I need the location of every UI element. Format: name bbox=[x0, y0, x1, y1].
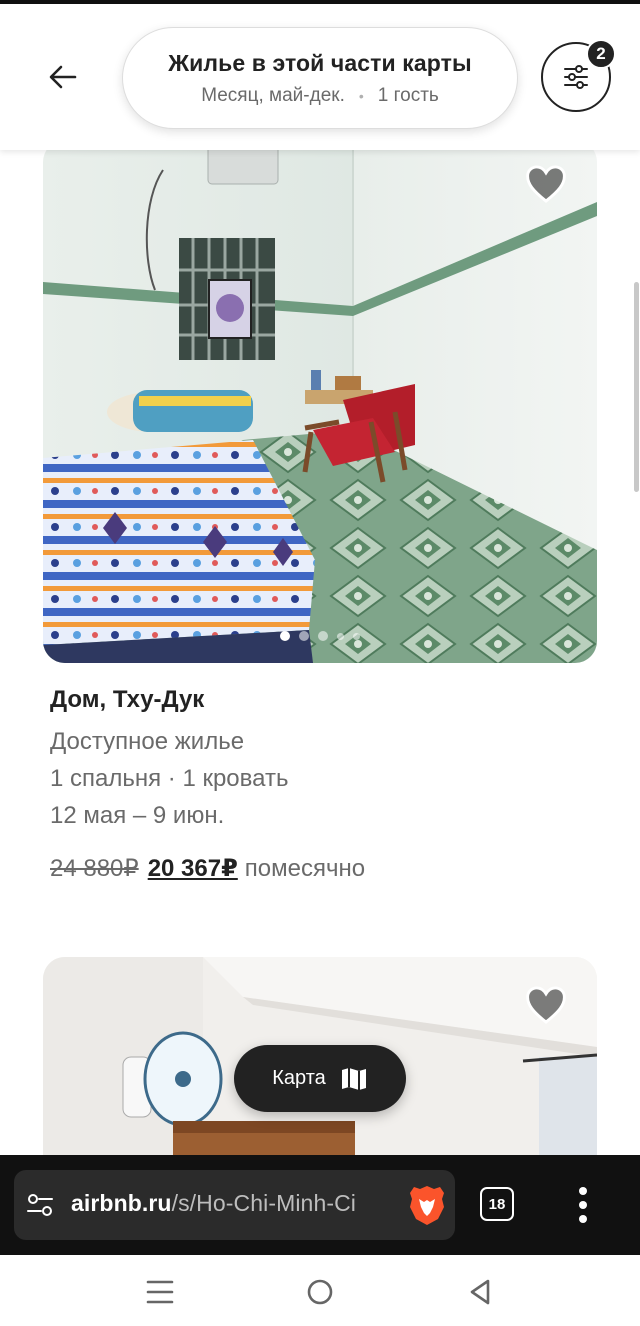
carousel-dot[interactable] bbox=[318, 631, 328, 641]
map-button[interactable]: Карта bbox=[234, 1045, 406, 1112]
search-details: Месяц, май-дек. • 1 гость bbox=[201, 85, 439, 107]
photo-carousel-dots bbox=[280, 631, 360, 641]
url-text: airbnb.ru/s/Ho-Chi-Minh-Ci bbox=[71, 1190, 356, 1217]
listing-photo[interactable] bbox=[43, 140, 597, 663]
listing-rooms: 1 спальня · 1 кровать bbox=[50, 765, 289, 792]
carousel-dot[interactable] bbox=[299, 631, 309, 641]
address-bar[interactable]: airbnb.ru/s/Ho-Chi-Minh-Ci bbox=[14, 1170, 455, 1240]
home-circle-icon[interactable] bbox=[303, 1275, 337, 1309]
sliders-icon bbox=[564, 65, 588, 89]
room-photo bbox=[43, 140, 597, 663]
more-vertical-icon[interactable] bbox=[566, 1183, 600, 1227]
system-navigation-bar bbox=[0, 1255, 640, 1326]
price-row: 24 880₽ 20 367₽ помесячно bbox=[50, 854, 365, 883]
page-scrollbar[interactable] bbox=[634, 282, 639, 492]
url-domain: airbnb.ru bbox=[71, 1190, 172, 1216]
carousel-dot[interactable] bbox=[337, 632, 344, 640]
url-path: /s/Ho-Chi-Minh-Ci bbox=[171, 1190, 357, 1216]
listing-title[interactable]: Дом, Тху-Дук bbox=[50, 686, 204, 714]
heart-icon[interactable] bbox=[525, 164, 567, 204]
tabs-count-button[interactable]: 18 bbox=[480, 1187, 514, 1221]
arrow-left-icon bbox=[49, 65, 77, 89]
search-title: Жилье в этой части карты bbox=[168, 49, 472, 76]
current-price[interactable]: 20 367₽ bbox=[148, 854, 238, 883]
map-button-label: Карта bbox=[272, 1067, 326, 1089]
filter-count-badge: 2 bbox=[586, 39, 616, 69]
listing-dates: 12 мая – 9 июн. bbox=[50, 802, 225, 829]
search-header: Жилье в этой части карты Месяц, май-дек.… bbox=[0, 4, 640, 150]
old-price: 24 880₽ bbox=[50, 855, 139, 882]
separator-dot: • bbox=[358, 87, 364, 104]
tune-icon[interactable] bbox=[25, 1190, 55, 1220]
browser-toolbar: airbnb.ru/s/Ho-Chi-Minh-Ci 18 bbox=[0, 1155, 640, 1255]
back-button[interactable] bbox=[30, 44, 96, 110]
heart-icon[interactable] bbox=[525, 985, 567, 1025]
search-guests: 1 гость bbox=[377, 84, 439, 106]
map-icon bbox=[341, 1067, 366, 1090]
recents-icon[interactable] bbox=[143, 1275, 177, 1309]
price-period: помесячно bbox=[244, 855, 366, 882]
carousel-dot[interactable] bbox=[353, 632, 360, 640]
search-dates: Месяц, май-дек. bbox=[201, 84, 345, 106]
search-summary-pill[interactable]: Жилье в этой части карты Месяц, май-дек.… bbox=[122, 27, 518, 129]
listing-subtitle: Доступное жилье bbox=[50, 728, 245, 755]
carousel-dot[interactable] bbox=[280, 631, 290, 641]
back-triangle-icon[interactable] bbox=[463, 1275, 497, 1309]
brave-lion-icon[interactable] bbox=[406, 1183, 448, 1227]
